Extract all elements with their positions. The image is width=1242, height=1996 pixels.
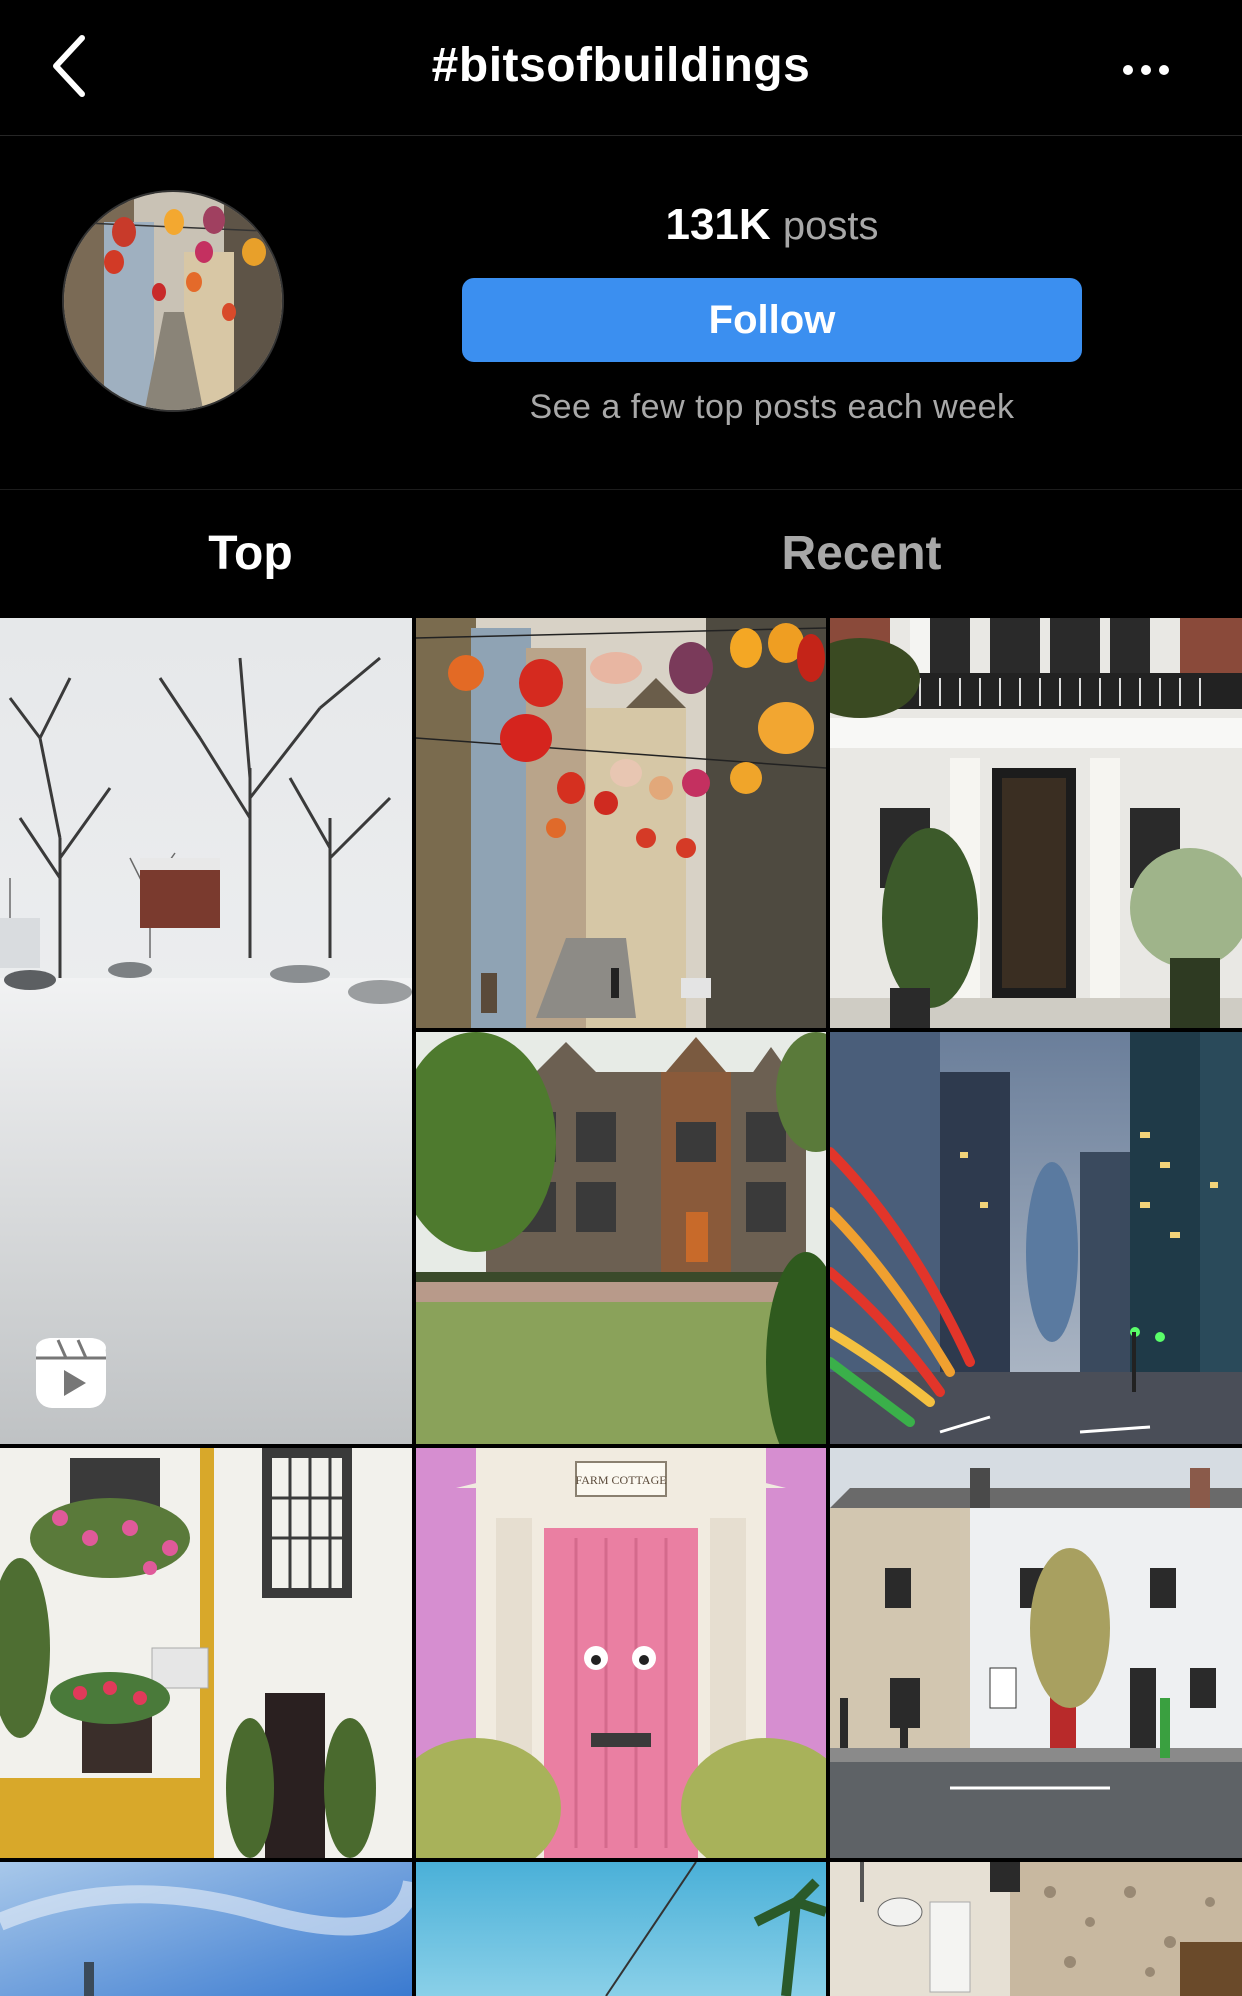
- tab-recent[interactable]: Recent: [551, 526, 1172, 581]
- grid-post[interactable]: [830, 1448, 1242, 1858]
- grid-post[interactable]: [416, 1032, 826, 1444]
- follow-subtext: See a few top posts each week: [529, 388, 1015, 426]
- grid-post[interactable]: [416, 1862, 826, 1996]
- hashtag-avatar: [62, 190, 284, 412]
- hashtag-profile: 131K posts Follow See a few top posts ea…: [0, 136, 1242, 490]
- post-grid: FARM COTTAGE: [0, 618, 1242, 1996]
- grid-post-reel[interactable]: [0, 618, 412, 1444]
- grid-post[interactable]: [0, 1448, 412, 1858]
- more-horizontal-icon: [1123, 65, 1169, 75]
- grid-post[interactable]: [830, 1032, 1242, 1444]
- grid-post[interactable]: FARM COTTAGE: [416, 1448, 826, 1858]
- more-options-button[interactable]: [1110, 50, 1190, 90]
- grid-post[interactable]: [830, 618, 1242, 1028]
- top-bar: #bitsofbuildings: [0, 0, 1242, 136]
- grid-post[interactable]: [830, 1862, 1242, 1996]
- post-count-label: posts: [782, 204, 879, 248]
- grid-post[interactable]: [0, 1862, 412, 1996]
- tab-top[interactable]: Top: [0, 526, 561, 581]
- post-count: 131K posts: [462, 200, 1082, 250]
- hashtag-title: #bitsofbuildings: [431, 39, 811, 92]
- cottage-sign: FARM COTTAGE: [575, 1473, 666, 1487]
- reels-icon: [36, 1338, 106, 1408]
- post-count-value: 131K: [665, 200, 771, 249]
- follow-button[interactable]: Follow: [462, 278, 1082, 362]
- feed-tabs: Top Recent: [0, 490, 1242, 618]
- grid-post[interactable]: [416, 618, 826, 1028]
